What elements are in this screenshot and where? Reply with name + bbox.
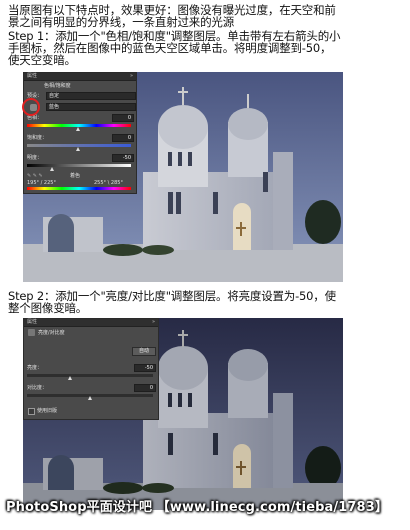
color-range-bar[interactable] <box>27 187 131 190</box>
lightness-slider[interactable] <box>27 164 131 167</box>
panel1-tab[interactable]: 属性 <box>27 73 37 79</box>
hand-tool-highlight-circle <box>22 98 40 116</box>
contrast-thumb[interactable] <box>88 396 92 400</box>
hue-thumb[interactable] <box>76 127 80 131</box>
brightness-contrast-panel: 属性 » 亮度/对比度 自动 亮度： -50 对比度： 0 使用旧版 <box>23 318 159 420</box>
brightness-label: 亮度： <box>27 365 43 371</box>
double-arrow-icon[interactable]: » <box>130 73 133 79</box>
watermark-text: PhotoShop平面设计吧 【www.linecg.com/tieba/178… <box>6 500 388 515</box>
panel2-tab[interactable]: 属性 <box>27 319 37 325</box>
preset-select[interactable]: 自定 <box>46 92 136 100</box>
double-arrow-icon[interactable]: » <box>152 319 155 325</box>
range-left: 195° / 225° <box>27 180 56 186</box>
legacy-label[interactable]: 使用旧版 <box>37 408 57 414</box>
eyedropper-icons[interactable]: ✎ ✎ ✎ <box>27 173 43 179</box>
brightness-value[interactable]: -50 <box>134 364 156 372</box>
contrast-label: 对比度： <box>27 385 48 391</box>
brightness-slider[interactable] <box>27 374 153 377</box>
auto-button[interactable]: 自动 <box>132 347 156 356</box>
hue-value[interactable]: 0 <box>112 114 134 122</box>
range-right: 255° \ 285° <box>94 180 123 186</box>
saturation-value[interactable]: 0 <box>112 134 134 142</box>
intro-line-2: 景之间有明显的分界线，一条直射过来的光源 <box>8 15 234 29</box>
brightness-thumb[interactable] <box>68 376 72 380</box>
colorize-label[interactable]: 着色 <box>70 173 80 179</box>
panel1-heading: 色相/饱和度 <box>44 83 71 89</box>
adjustment-layer-icon <box>28 329 35 336</box>
channel-select[interactable]: 蓝色 <box>46 103 136 111</box>
panel2-heading: 亮度/对比度 <box>38 330 65 336</box>
hue-saturation-panel: 属性 » 色相/饱和度 预设： 自定 蓝色 色相： 0 饱和度： 0 明度： -… <box>23 72 137 194</box>
lightness-value[interactable]: -50 <box>112 154 134 162</box>
step2-line-2: 整个图像变暗。 <box>8 301 88 315</box>
lightness-label: 明度： <box>27 155 43 161</box>
saturation-label: 饱和度： <box>27 135 48 141</box>
step1-line-3: 使天空变暗。 <box>8 53 76 67</box>
lightness-thumb[interactable] <box>50 167 54 171</box>
saturation-thumb[interactable] <box>76 147 80 151</box>
contrast-value[interactable]: 0 <box>134 384 156 392</box>
legacy-checkbox[interactable] <box>28 408 35 415</box>
